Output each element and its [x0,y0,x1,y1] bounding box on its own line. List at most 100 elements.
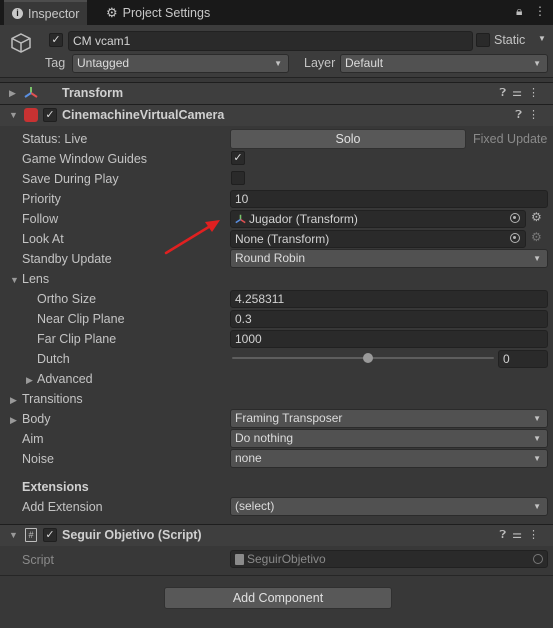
kebab-menu-icon[interactable]: ⋮ [528,529,545,541]
script-file-icon [235,554,244,565]
cube-icon [10,32,32,57]
noise-label: Noise [22,452,54,466]
advanced-label[interactable]: Advanced [37,372,93,386]
transitions-label[interactable]: Transitions [22,392,83,406]
standby-value: Round Robin [235,251,306,265]
extensions-label: Extensions [22,480,89,494]
layer-value: Default [345,56,384,70]
object-picker-icon[interactable] [510,233,520,243]
kebab-menu-icon[interactable]: ⋮ [534,4,546,18]
follow-field[interactable]: Jugador (Transform) [230,210,526,228]
chevron-down-icon: ▼ [533,414,541,423]
help-icon[interactable]: ❓︎ [500,87,513,99]
script-enabled-checkbox[interactable]: ✓ [43,528,57,542]
aim-dropdown[interactable]: Do nothing ▼ [230,429,548,448]
component-header-icons: ❓︎⚌⋮ [500,86,546,100]
foldout-open-icon[interactable]: ▼ [10,275,19,285]
chevron-down-icon: ▼ [533,434,541,443]
vcam-title: CinemachineVirtualCamera [62,108,225,122]
vcam-enabled-checkbox[interactable]: ✓ [43,108,57,122]
tag-dropdown[interactable]: Untagged ▼ [72,54,289,73]
near-clip-label: Near Clip Plane [37,312,125,326]
layer-dropdown[interactable]: Default ▼ [340,54,548,73]
gameobject-name-field[interactable]: CM vcam1 [68,31,473,51]
script-value: SeguirObjetivo [247,552,326,566]
script-field: SeguirObjetivo [230,550,548,568]
follow-value: Jugador (Transform) [249,212,358,226]
solo-button[interactable]: Solo [230,129,466,149]
body-label[interactable]: Body [22,412,51,426]
tab-inspector[interactable]: i Inspector [4,0,88,25]
add-extension-dropdown[interactable]: (select) ▼ [230,497,548,516]
vcam-header[interactable]: ▼ ✓ CinemachineVirtualCamera ❓︎⋮ [0,104,553,126]
dutch-field[interactable]: 0 [498,350,548,368]
lookat-field[interactable]: None (Transform) [230,230,526,248]
foldout-closed-icon[interactable]: ▶ [9,88,16,99]
kebab-menu-icon[interactable]: ⋮ [528,87,545,99]
noise-dropdown[interactable]: none ▼ [230,449,548,468]
static-checkbox[interactable] [476,33,490,47]
gameobject-active-checkbox[interactable]: ✓ [49,33,63,47]
preset-icon[interactable]: ⚌ [512,529,528,541]
far-clip-field[interactable]: 1000 [230,330,548,348]
ortho-size-field[interactable]: 4.258311 [230,290,548,308]
transform-icon [24,86,38,103]
tag-label: Tag [45,56,66,70]
component-header-icons: ❓︎⚌⋮ [500,528,546,542]
static-label: Static [494,33,526,47]
priority-label: Priority [22,192,61,206]
script-file-icon: # [25,528,37,542]
add-extension-label: Add Extension [22,500,103,514]
near-clip-field[interactable]: 0.3 [230,310,548,328]
tag-value: Untagged [77,56,130,70]
help-icon[interactable]: ❓︎ [515,109,528,121]
help-icon[interactable]: ❓︎ [500,529,513,541]
ortho-size-label: Ortho Size [37,292,97,306]
lock-icon[interactable]: 🔒︎ [516,4,522,19]
status-label: Status: Live [22,132,88,146]
script-header[interactable]: ▼ # ✓ Seguir Objetivo (Script) ❓︎⚌⋮ [0,524,553,546]
far-clip-label: Far Clip Plane [37,332,117,346]
foldout-closed-icon[interactable]: ▶ [10,415,17,426]
chevron-down-icon: ▼ [533,59,541,68]
save-during-play-checkbox[interactable] [231,171,245,185]
transform-icon [235,213,246,227]
chevron-down-icon: ▼ [533,502,541,511]
component-header-icons: ❓︎⋮ [515,108,545,122]
cinemachine-icon [24,108,38,122]
foldout-closed-icon[interactable]: ▶ [10,395,17,406]
game-window-guides-checkbox[interactable]: ✓ [231,151,245,165]
gear-icon: ⚙ [106,4,118,20]
preset-icon[interactable]: ⚌ [512,87,528,99]
tab-label: Project Settings [122,5,211,20]
standby-dropdown[interactable]: Round Robin ▼ [230,249,548,268]
script-title: Seguir Objetivo (Script) [62,528,202,542]
add-component-button[interactable]: Add Component [164,587,392,609]
object-picker-icon[interactable] [510,213,520,223]
dutch-label: Dutch [37,352,70,366]
body-dropdown[interactable]: Framing Transposer ▼ [230,409,548,428]
foldout-open-icon[interactable]: ▼ [9,530,18,540]
aim-label: Aim [22,432,44,446]
standby-label: Standby Update [22,252,112,266]
fixed-update-label: Fixed Update [473,132,548,146]
chevron-down-icon: ▼ [533,454,541,463]
kebab-menu-icon[interactable]: ⋮ [528,109,545,121]
dutch-slider-knob[interactable] [363,353,373,363]
gameobject-header: ✓ CM vcam1 Static ▼ Tag Untagged ▼ Layer … [0,25,553,78]
foldout-open-icon[interactable]: ▼ [9,110,18,120]
game-window-guides-label: Game Window Guides [22,152,148,166]
lens-label[interactable]: Lens [22,272,49,286]
foldout-closed-icon[interactable]: ▶ [26,375,33,386]
aim-value: Do nothing [235,431,294,445]
chevron-down-icon: ▼ [274,59,282,68]
divider [0,575,553,576]
info-icon: i [12,8,23,19]
gear-icon[interactable]: ⚙ [531,210,542,224]
noise-value: none [235,451,262,465]
script-label: Script [22,553,54,567]
static-dropdown-icon[interactable]: ▼ [538,34,546,43]
priority-field[interactable]: 10 [230,190,548,208]
transform-header[interactable]: ▶ Transform ❓︎⚌⋮ [0,82,553,104]
tab-project-settings[interactable]: ⚙ Project Settings [98,0,218,25]
